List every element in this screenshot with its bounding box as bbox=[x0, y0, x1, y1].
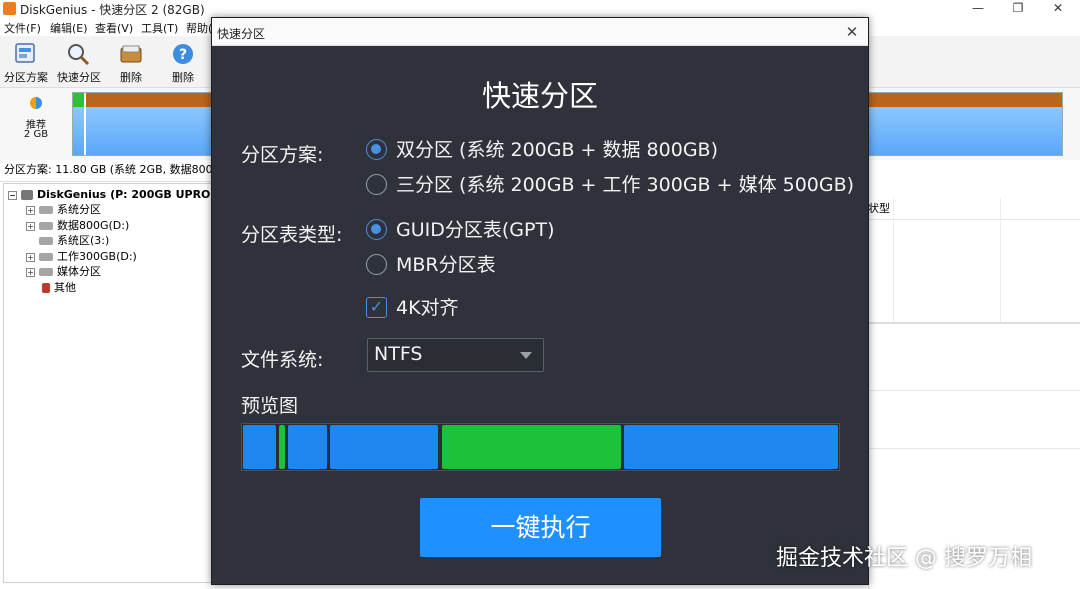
menu-help[interactable]: 帮助( bbox=[186, 20, 212, 36]
grid-line bbox=[1000, 198, 1001, 322]
disk-delete-icon bbox=[120, 45, 142, 63]
scheme-label: 分区方案: bbox=[241, 144, 324, 166]
partition-preview bbox=[241, 423, 840, 471]
help-button[interactable]: ? 删除 bbox=[158, 40, 208, 86]
execute-button[interactable]: 一键执行 bbox=[420, 498, 661, 557]
maximize-button[interactable]: ❐ bbox=[1000, 0, 1036, 17]
partition-icon bbox=[39, 253, 53, 261]
preview-segment bbox=[288, 425, 327, 469]
scheme-option-two[interactable]: 双分区 (系统 200GB + 数据 800GB) bbox=[366, 137, 826, 163]
preview-segment bbox=[330, 425, 438, 469]
dropdown-arrow-icon bbox=[520, 352, 532, 359]
partition-plan-icon bbox=[15, 43, 35, 63]
disk-pie-icon bbox=[30, 97, 42, 109]
tree-item-system[interactable]: + 系统分区 bbox=[26, 202, 101, 217]
minimize-button[interactable]: — bbox=[960, 0, 996, 17]
menu-file[interactable]: 文件(F) bbox=[4, 20, 41, 36]
checkbox-checked[interactable]: ✓ bbox=[366, 297, 387, 318]
partition-icon bbox=[39, 222, 53, 230]
divider bbox=[868, 322, 1080, 324]
tree-item-other[interactable]: 其他 bbox=[42, 280, 76, 295]
divider bbox=[868, 390, 1080, 391]
window-title: DiskGenius - 快速分区 2 (82GB) bbox=[20, 3, 205, 17]
partition-icon bbox=[39, 268, 53, 276]
disk-info-line: 分区方案: 11.80 GB (系统 2GB, 数据800G bbox=[0, 160, 212, 182]
partition-bar-right[interactable] bbox=[868, 92, 1063, 156]
watermark: 掘金技术社区 @ 搜罗万相 bbox=[776, 546, 1032, 571]
grid-line bbox=[893, 198, 894, 322]
filesystem-select[interactable]: NTFS bbox=[367, 338, 544, 372]
expand-icon[interactable]: + bbox=[26, 205, 35, 215]
table-type-gpt[interactable]: GUID分区表(GPT) bbox=[366, 217, 566, 243]
radio-unselected[interactable] bbox=[366, 254, 387, 275]
preview-segment bbox=[442, 425, 621, 469]
window-titlebar: DiskGenius - 快速分区 2 (82GB) — ❐ ✕ bbox=[0, 0, 1080, 17]
partition-bar-left[interactable] bbox=[72, 92, 212, 156]
preview-label: 预览图 bbox=[241, 395, 299, 417]
align-4k-option[interactable]: ✓ 4K对齐 bbox=[366, 295, 476, 321]
tree-item-data[interactable]: + 数据800G(D:) bbox=[26, 218, 129, 233]
radio-unselected[interactable] bbox=[366, 174, 387, 195]
filesystem-value: NTFS bbox=[374, 343, 423, 365]
menu-edit[interactable]: 编辑(E) bbox=[50, 20, 88, 36]
preview-segment bbox=[243, 425, 276, 469]
expand-icon[interactable]: + bbox=[26, 252, 35, 262]
radio-selected[interactable] bbox=[366, 139, 387, 160]
scheme-option-three[interactable]: 三分区 (系统 200GB + 工作 300GB + 媒体 500GB) bbox=[366, 172, 854, 198]
help-icon: ? bbox=[173, 44, 193, 64]
expand-icon[interactable]: + bbox=[26, 221, 35, 231]
details-pane bbox=[868, 197, 1080, 589]
quick-partition-icon bbox=[68, 44, 90, 66]
details-header: 状型 bbox=[868, 198, 1080, 220]
tree-root[interactable]: − DiskGenius (P: 200GB UPROF SV bbox=[8, 187, 238, 202]
svg-text:?: ? bbox=[179, 47, 187, 63]
tree-item-media[interactable]: + 媒体分区 bbox=[26, 264, 101, 279]
table-type-mbr[interactable]: MBR分区表 bbox=[366, 252, 516, 278]
disk-icon bbox=[21, 190, 33, 200]
radio-selected[interactable] bbox=[366, 219, 387, 240]
menu-view[interactable]: 查看(V) bbox=[95, 20, 133, 36]
tree-item-work[interactable]: + 工作300GB(D:) bbox=[26, 249, 137, 264]
partition-icon bbox=[39, 206, 53, 214]
table-type-label: 分区表类型: bbox=[241, 224, 343, 246]
delete-button[interactable]: 删除 bbox=[106, 40, 156, 86]
app-logo-icon bbox=[3, 2, 16, 15]
preview-segment bbox=[624, 425, 838, 469]
other-icon bbox=[42, 283, 50, 293]
close-window-button[interactable]: ✕ bbox=[1040, 0, 1076, 17]
dialog-close-button[interactable]: ✕ bbox=[840, 22, 864, 42]
disk-size: 2 GB bbox=[23, 129, 49, 140]
filesystem-label: 文件系统: bbox=[241, 349, 324, 371]
quick-partition-dialog: 快速分区 ✕ 快速分区 分区方案: 双分区 (系统 200GB + 数据 800… bbox=[211, 17, 869, 585]
preview-segment bbox=[279, 425, 285, 469]
disk-tree: − DiskGenius (P: 200GB UPROF SV + 系统分区 + 数据… bbox=[3, 183, 238, 583]
divider bbox=[868, 448, 1080, 449]
tree-item-system-area[interactable]: 系统区(3:) bbox=[39, 233, 109, 248]
partition-icon bbox=[39, 237, 53, 245]
dialog-titlebar: 快速分区 ✕ bbox=[212, 18, 868, 46]
dialog-title: 快速分区 bbox=[217, 27, 266, 41]
menu-tools[interactable]: 工具(T) bbox=[141, 20, 178, 36]
dialog-heading: 快速分区 bbox=[481, 79, 598, 113]
collapse-icon[interactable]: − bbox=[8, 190, 17, 200]
partition-plan-button[interactable]: 分区方案 bbox=[1, 40, 51, 86]
expand-icon[interactable]: + bbox=[26, 267, 35, 277]
quick-partition-button[interactable]: 快速分区 bbox=[54, 40, 104, 86]
